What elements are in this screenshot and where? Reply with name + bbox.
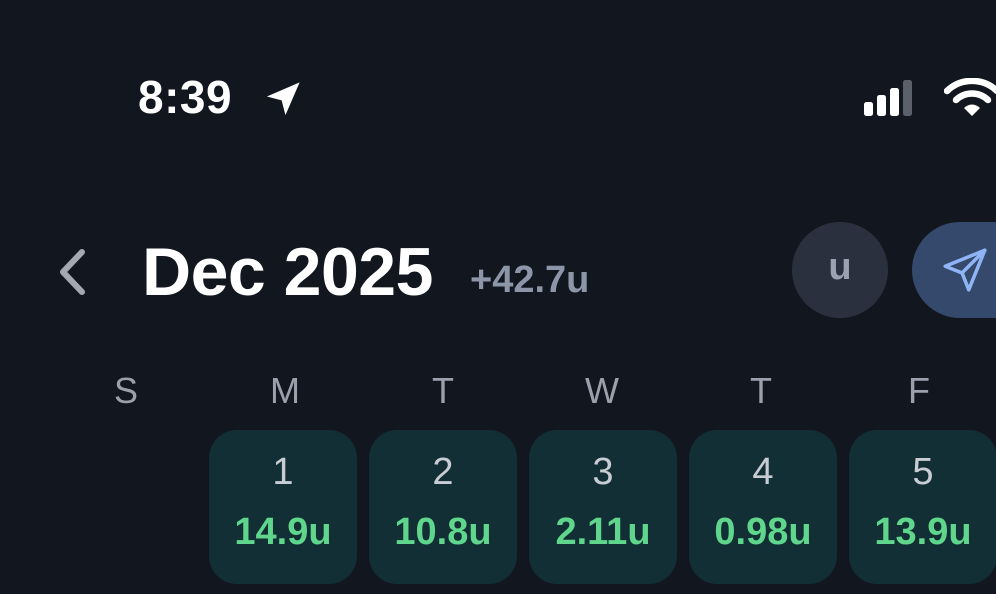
back-button[interactable] (50, 244, 94, 300)
weekday-sun: S (113, 370, 138, 411)
day-number: 1 (272, 451, 294, 493)
paper-plane-icon (943, 248, 987, 292)
weekday-thu: T (750, 370, 772, 411)
weekday-fri: F (908, 370, 930, 411)
cellular-signal-icon (864, 80, 912, 116)
day-value: 2.11u (555, 511, 651, 553)
day-number: 4 (752, 451, 774, 493)
day-value: 10.8u (394, 511, 492, 553)
wifi-icon (944, 78, 996, 116)
day-cell-5[interactable]: 5 13.9u (849, 430, 996, 584)
location-arrow-icon (266, 82, 300, 116)
day-number: 5 (912, 451, 934, 493)
day-value: 0.98u (714, 511, 812, 553)
month-title: Dec 2025 (142, 234, 433, 310)
month-total: +42.7u (470, 259, 590, 301)
weekday-tue: T (432, 370, 454, 411)
day-value: 13.9u (874, 511, 972, 553)
day-number: 2 (432, 451, 454, 493)
day-cell-2[interactable]: 2 10.8u (369, 430, 517, 584)
weekday-mon: M (270, 370, 300, 411)
day-value: 14.9u (234, 511, 332, 553)
day-cell-3[interactable]: 3 2.11u (529, 430, 677, 584)
day-cell-1[interactable]: 1 14.9u (209, 430, 357, 584)
day-cell-4[interactable]: 4 0.98u (689, 430, 837, 584)
unit-button-label: u (828, 245, 852, 288)
weekday-wed: W (585, 370, 619, 411)
chevron-left-icon (60, 249, 85, 295)
day-number: 3 (592, 451, 614, 493)
status-time: 8:39 (138, 71, 233, 123)
share-button[interactable] (912, 222, 996, 318)
unit-toggle-button[interactable]: u (792, 222, 888, 318)
